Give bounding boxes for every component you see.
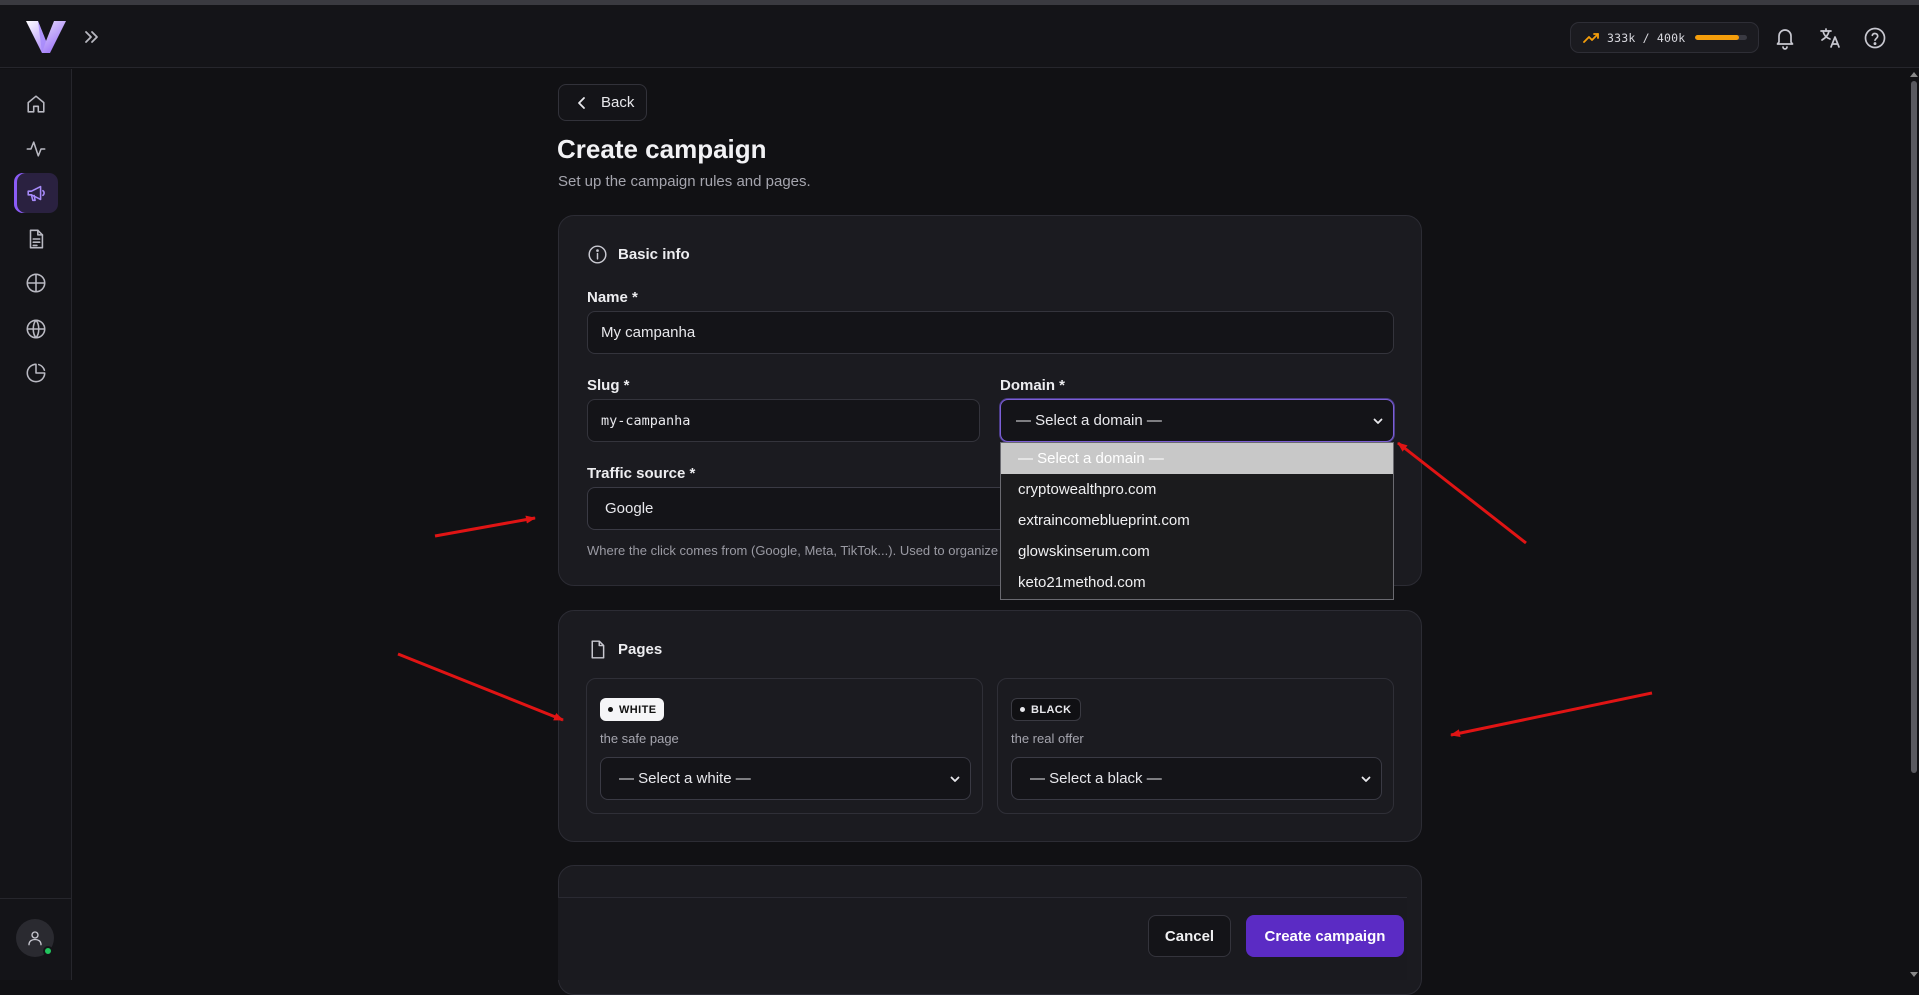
black-badge-label: BLACK xyxy=(1031,703,1072,716)
black-page-card: BLACK the real offer — Select a black — xyxy=(997,678,1394,814)
nav-crosshair-globe[interactable] xyxy=(14,263,58,303)
traffic-source-value: Google xyxy=(605,500,654,517)
white-page-card: WHITE the safe page — Select a white — xyxy=(586,678,983,814)
nav-globe[interactable] xyxy=(14,309,58,349)
online-status-dot xyxy=(43,946,53,956)
black-badge: BLACK xyxy=(1011,698,1081,721)
megaphone-icon xyxy=(27,185,45,202)
scrollbar-thumb[interactable] xyxy=(1911,81,1917,773)
scrollbar[interactable] xyxy=(1908,69,1919,980)
trending-up-icon xyxy=(1583,32,1599,43)
help-icon[interactable] xyxy=(1863,26,1887,50)
domain-option[interactable]: glowskinserum.com xyxy=(1001,536,1393,567)
nav-file-text[interactable] xyxy=(14,219,58,259)
chevron-down-icon xyxy=(1373,418,1383,424)
chevron-left-icon xyxy=(578,96,585,109)
usage-progress-bar xyxy=(1695,35,1748,40)
chevron-down-icon xyxy=(950,776,960,782)
usage-meter[interactable]: 333k / 400k xyxy=(1570,22,1759,53)
basic-info-title: Basic info xyxy=(618,246,690,263)
home-icon xyxy=(27,95,45,113)
white-page-select[interactable]: — Select a white — xyxy=(600,757,971,800)
domain-label: Domain * xyxy=(1000,377,1066,394)
black-page-description: the real offer xyxy=(1011,731,1084,746)
white-badge: WHITE xyxy=(600,698,665,721)
info-icon xyxy=(588,245,607,264)
bell-icon[interactable] xyxy=(1773,26,1797,50)
activity-icon xyxy=(26,141,46,157)
slug-label: Slug * xyxy=(587,377,630,394)
back-label: Back xyxy=(601,94,635,111)
expand-icon[interactable] xyxy=(82,27,102,47)
white-page-description: the safe page xyxy=(600,731,679,746)
pie-chart-icon xyxy=(26,363,46,383)
black-page-select[interactable]: — Select a black — xyxy=(1011,757,1382,800)
slug-input[interactable]: my-campanha xyxy=(587,399,980,442)
white-select-value: — Select a white — xyxy=(619,770,751,787)
file-text-icon xyxy=(29,229,44,249)
back-button[interactable]: Back xyxy=(558,84,647,121)
annotation-arrow xyxy=(397,652,564,722)
sidebar xyxy=(0,69,72,980)
nav-pie-chart[interactable] xyxy=(14,353,58,393)
basic-info-header: Basic info xyxy=(587,244,690,265)
white-badge-label: WHITE xyxy=(619,703,657,716)
usage-count: 333k / 400k xyxy=(1607,30,1686,45)
globe-icon xyxy=(26,319,46,339)
pages-header: Pages xyxy=(587,639,662,660)
chevron-down-icon xyxy=(1361,776,1371,782)
file-icon xyxy=(591,640,605,659)
nav-home[interactable] xyxy=(14,84,58,124)
scroll-down-arrow[interactable] xyxy=(1910,972,1918,977)
traffic-source-hint: Where the click comes from (Google, Meta… xyxy=(587,543,999,558)
avatar[interactable] xyxy=(16,919,54,957)
crosshair-globe-icon xyxy=(26,273,46,293)
domain-option[interactable]: cryptowealthpro.com xyxy=(1001,474,1393,505)
domain-select-value: — Select a domain — xyxy=(1016,412,1162,429)
translate-icon[interactable] xyxy=(1818,26,1842,50)
create-campaign-button[interactable]: Create campaign xyxy=(1246,915,1404,957)
page-subtitle: Set up the campaign rules and pages. xyxy=(558,173,811,190)
traffic-source-label: Traffic source * xyxy=(587,465,696,482)
domain-option[interactable]: extraincomeblueprint.com xyxy=(1001,505,1393,536)
logo-icon[interactable] xyxy=(26,19,66,55)
nav-activity[interactable] xyxy=(14,129,58,169)
black-select-value: — Select a black — xyxy=(1030,770,1162,787)
cancel-button[interactable]: Cancel xyxy=(1148,915,1231,957)
annotation-arrow xyxy=(1450,691,1653,738)
scroll-up-arrow[interactable] xyxy=(1910,72,1918,77)
sidebar-separator xyxy=(0,898,72,899)
usage-progress-fill xyxy=(1695,35,1739,40)
name-label: Name * xyxy=(587,289,638,306)
domain-option[interactable]: keto21method.com xyxy=(1001,567,1393,598)
user-icon xyxy=(28,931,42,946)
name-input[interactable]: My campanha xyxy=(587,311,1394,354)
pages-title: Pages xyxy=(618,641,663,658)
domain-option[interactable]: — Select a domain — xyxy=(1001,443,1393,474)
page-title: Create campaign xyxy=(557,134,767,164)
domain-select[interactable]: — Select a domain — xyxy=(1000,399,1394,442)
domain-dropdown-list[interactable]: — Select a domain — cryptowealthpro.com … xyxy=(1000,442,1394,600)
annotation-arrow xyxy=(434,515,536,538)
top-header: 333k / 400k xyxy=(0,5,1919,68)
nav-megaphone[interactable] xyxy=(14,173,58,213)
